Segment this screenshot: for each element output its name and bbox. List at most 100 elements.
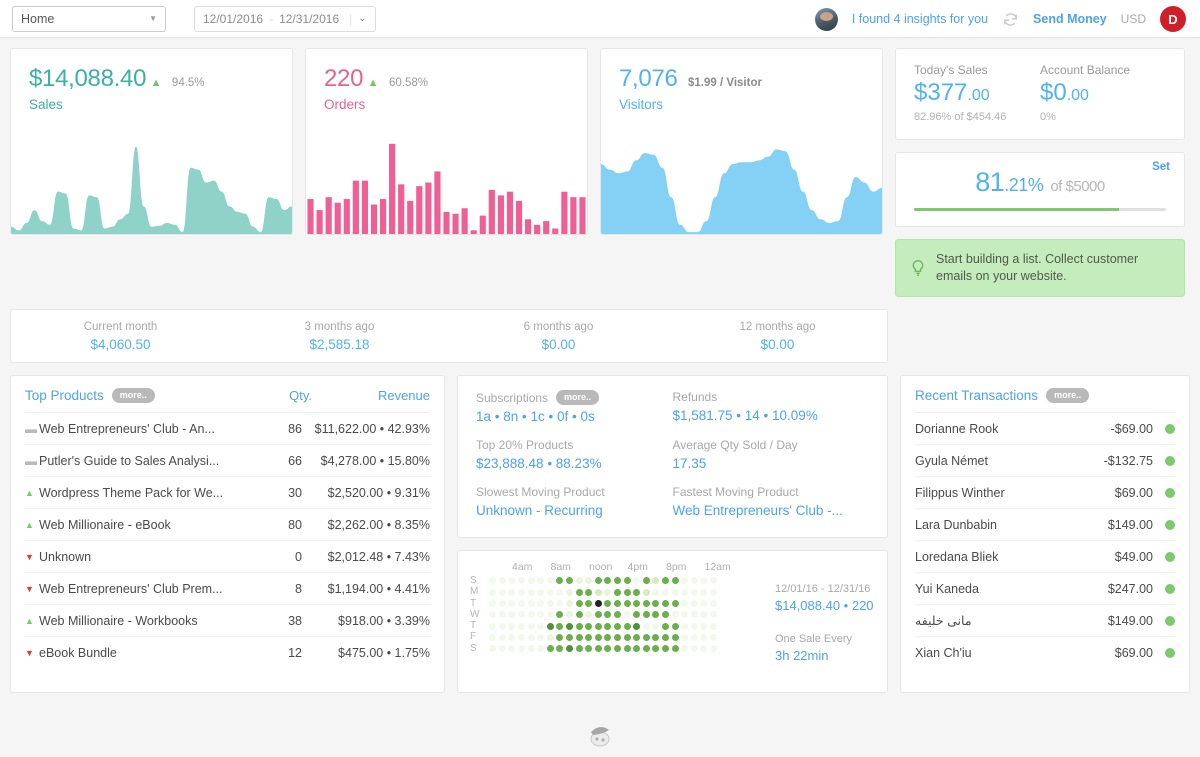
table-row[interactable]: ▬ Web Entrepreneurs' Club - An... 86 $11,62… xyxy=(25,413,430,445)
heatmap-dot xyxy=(518,611,526,619)
month-cell[interactable]: 6 months ago $0.00 xyxy=(449,321,668,352)
insights-link[interactable]: I found 4 insights for you xyxy=(852,12,988,26)
subscriptions-value[interactable]: 1a • 8n • 1c • 0f • 0s xyxy=(476,409,673,424)
refresh-icon[interactable] xyxy=(1002,11,1019,28)
heatmap-dot xyxy=(566,634,574,642)
transaction-name: Loredana Bliek xyxy=(915,549,999,564)
month-cell[interactable]: 12 months ago $0.00 xyxy=(668,321,887,352)
bar xyxy=(434,171,441,234)
table-row[interactable]: Lara Dunbabin $149.00 xyxy=(915,509,1175,541)
punchcard-totals[interactable]: $14,088.40 • 220 xyxy=(775,598,875,613)
send-money-link[interactable]: Send Money xyxy=(1033,12,1107,26)
site-selector[interactable]: Home ▼ xyxy=(12,5,166,32)
subscriptions-more-button[interactable]: more.. xyxy=(556,390,600,405)
month-cell[interactable]: 3 months ago $2,585.18 xyxy=(230,321,449,352)
fastest-product-value[interactable]: Web Entrepreneurs' Club -... xyxy=(673,503,870,518)
table-row[interactable]: ▬ Putler's Guide to Sales Analysi... 66 $4,… xyxy=(25,445,430,477)
heatmap-dot xyxy=(604,645,612,653)
tip-banner[interactable]: Start building a list. Collect customer … xyxy=(895,239,1185,297)
heatmap-dot xyxy=(681,622,689,630)
table-row[interactable]: Loredana Bliek $49.00 xyxy=(915,541,1175,573)
visitors-label: Visitors xyxy=(619,97,664,112)
table-row[interactable]: ▼ eBook Bundle 12 $475.00 • 1.75% xyxy=(25,637,430,669)
product-revenue: $918.00 • 3.39% xyxy=(338,613,430,628)
table-row[interactable]: Gyula Német -$132.75 xyxy=(915,445,1175,477)
column-header-qty[interactable]: Qty. xyxy=(240,388,312,403)
punchcard-summary: 12/01/16 - 12/31/16 $14,088.40 • 220 One… xyxy=(775,561,875,682)
table-row[interactable]: مانی خلیفه $149.00 xyxy=(915,605,1175,637)
table-row[interactable]: Dorianne Rook -$69.00 xyxy=(915,413,1175,445)
heatmap-dot xyxy=(489,599,497,607)
heatmap-dot xyxy=(633,599,641,607)
kpi-card-visitors[interactable]: 7,076 $1.99 / Visitor Visitors xyxy=(600,48,883,235)
refunds-label: Refunds xyxy=(672,390,718,404)
heatmap-dot xyxy=(508,634,516,642)
table-row[interactable]: Xian Ch'iu $69.00 xyxy=(915,637,1175,669)
bar xyxy=(325,197,332,234)
heatmap-dot xyxy=(498,611,506,619)
top-products-list: ▬ Web Entrepreneurs' Club - An... 86 $11,62… xyxy=(25,413,430,669)
table-row[interactable]: Yui Kaneda $247.00 xyxy=(915,573,1175,605)
product-qty: 66 xyxy=(288,453,302,468)
product-revenue: $2,262.00 • 8.35% xyxy=(327,517,430,532)
table-row[interactable]: ▲ Web Millionaire - Workbooks 38 $918.00 • … xyxy=(25,605,430,637)
product-qty: 30 xyxy=(288,485,302,500)
top-products-more-button[interactable]: more.. xyxy=(111,388,155,403)
punchcard-dot-grid xyxy=(488,575,718,655)
bar xyxy=(370,204,378,234)
hour-tick-label: noon xyxy=(589,561,613,573)
product-revenue: $2,012.48 • 7.43% xyxy=(327,549,430,564)
top-products-title[interactable]: Top Products xyxy=(25,388,104,403)
heatmap-dot xyxy=(623,611,631,619)
table-row[interactable]: ▼ Unknown 0 $2,012.48 • 7.43% xyxy=(25,541,430,573)
amount-whole: $377 xyxy=(914,79,968,106)
heatmap-dot xyxy=(537,577,545,585)
bar xyxy=(470,230,477,234)
heatmap-dot xyxy=(556,645,564,653)
heatmap-dot xyxy=(537,588,545,596)
orders-label: Orders xyxy=(324,97,366,112)
right-column: Today's Sales $377.00 82.96% of $454.46 … xyxy=(895,48,1185,297)
heatmap-dot xyxy=(709,622,717,630)
table-row[interactable]: ▲ Web Millionaire - eBook 80 $2,262.00 • 8.… xyxy=(25,509,430,541)
heatmap-dot xyxy=(604,622,612,630)
user-avatar-button[interactable]: D xyxy=(1160,6,1186,32)
heatmap-dot xyxy=(566,645,574,653)
currency-label[interactable]: USD xyxy=(1121,12,1146,26)
table-row[interactable]: Filippus Winther $69.00 xyxy=(915,477,1175,509)
kpi-card-orders[interactable]: 220 ▲ 60.58% Orders xyxy=(305,48,588,235)
cadence-value: 3h 22min xyxy=(775,648,829,663)
table-row[interactable]: ▼ Web Entrepreneurs' Club Prem... 8 $1,194.… xyxy=(25,573,430,605)
refunds-value[interactable]: $1,581.75 • 14 • 10.09% xyxy=(673,408,870,423)
month-cell-value: $0.00 xyxy=(760,336,795,352)
avg-qty-value[interactable]: 17.35 xyxy=(673,456,870,471)
kpi-card-sales[interactable]: $14,088.40 ▲ 94.5% Sales xyxy=(10,48,293,235)
heatmap-dot xyxy=(614,599,622,607)
today-summary-card: Today's Sales $377.00 82.96% of $454.46 … xyxy=(895,48,1185,140)
heatmap-dot xyxy=(546,577,554,585)
heatmap-dot xyxy=(556,634,564,642)
column-header-revenue[interactable]: Revenue xyxy=(312,388,430,403)
putler-mascot-icon xyxy=(583,715,617,749)
heatmap-dot xyxy=(681,577,689,585)
heatmap-dot xyxy=(594,645,602,653)
product-name: Unknown xyxy=(39,549,92,564)
goal-percent: 81.21% of $5000 xyxy=(914,167,1166,198)
sales-label: Sales xyxy=(29,97,63,112)
heatmap-dot xyxy=(594,599,602,607)
top20-value[interactable]: $23,888.48 • 88.23% xyxy=(476,456,673,471)
date-range-picker[interactable]: 12/01/2016 - 12/31/2016 | ⌄ xyxy=(194,5,376,32)
table-row[interactable]: ▲ Wordpress Theme Pack for We... 30 $2,520.… xyxy=(25,477,430,509)
slowest-product-label: Slowest Moving Product xyxy=(476,485,605,499)
recent-transactions-more-button[interactable]: more.. xyxy=(1046,388,1090,403)
month-cell[interactable]: Current month $4,060.50 xyxy=(11,321,230,352)
slowest-product-value[interactable]: Unknown - Recurring xyxy=(476,503,673,518)
product-name: Web Millionaire - Workbooks xyxy=(39,613,198,628)
heatmap-dot xyxy=(498,645,506,653)
heatmap-dot xyxy=(661,577,669,585)
heatmap-dot xyxy=(546,588,554,596)
trend-up-icon: ▲ xyxy=(367,77,379,89)
recent-transactions-title[interactable]: Recent Transactions xyxy=(915,388,1038,403)
heatmap-dot xyxy=(604,611,612,619)
set-goal-link[interactable]: Set xyxy=(1152,161,1170,173)
